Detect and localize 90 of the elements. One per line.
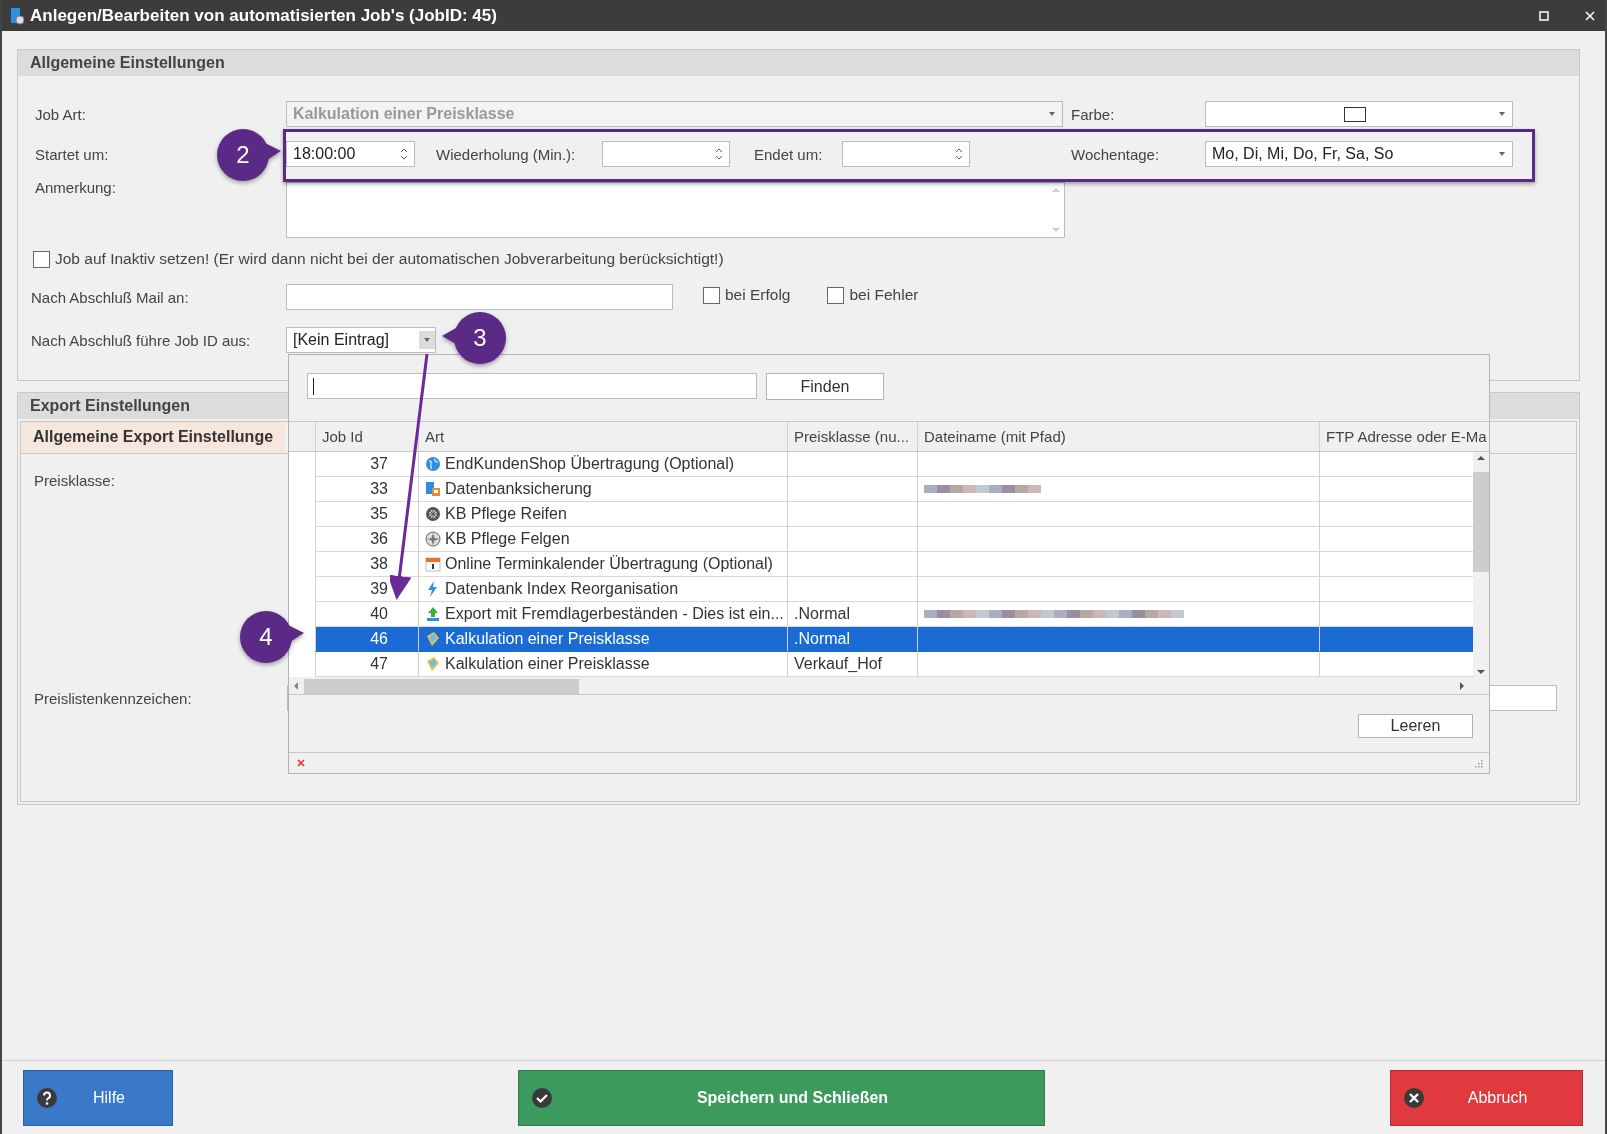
cell-text: Kalkulation einer Preisklasse (445, 630, 650, 648)
spinner-arrows-icon (955, 146, 963, 162)
field-label: Endet um: (754, 145, 823, 163)
cell-text: Online Terminkalender Übertragung (Optional) (445, 555, 773, 573)
checkbox[interactable] (827, 286, 845, 304)
close-icon (1403, 1086, 1425, 1109)
scroll-up-icon[interactable] (1477, 455, 1485, 460)
field-label: Anmerkung: (35, 179, 116, 196)
scroll-down-icon (1052, 228, 1060, 233)
table-row[interactable]: 36 KB Pflege Felgen (315, 527, 1473, 552)
field-label: Farbe: (1071, 105, 1115, 123)
calendar-icon (425, 556, 441, 572)
remark-textarea[interactable] (286, 182, 1065, 238)
group-header: Allgemeine Einstellungen (18, 50, 1579, 76)
cell-text: Datenbanksicherung (445, 480, 592, 498)
field-label: Preisklasse: (34, 472, 115, 489)
window-title: Anlegen/Bearbeiten von automatisierten Job's (JobID: 45) (30, 5, 498, 26)
color-swatch-icon (1344, 106, 1366, 122)
upload-icon (425, 606, 441, 622)
cell-text: EndKundenShop Übertragung (Optional) (445, 455, 735, 473)
time-spinbox[interactable] (842, 141, 970, 167)
table-row[interactable]: 46 Kalkulation einer Preisklasse .Normal (315, 627, 1473, 652)
table-row[interactable]: 37 EndKundenShop Übertragung (Optional) (315, 452, 1473, 477)
cell-text: Export mit Fremdlagerbeständen - Dies ist ein... (445, 605, 784, 623)
save-button[interactable]: Speichern und Schließen (518, 1069, 1045, 1126)
table-row[interactable]: 47 Kalkulation einer Preisklasse Verkauf_Hof (315, 652, 1473, 677)
table-row[interactable]: 38 Online Terminkalender Übertragung (Optional) (315, 552, 1473, 577)
help-icon (36, 1086, 58, 1109)
field-label: Preislistenkennzeichen: (34, 689, 192, 707)
app-icon (10, 6, 24, 25)
caret-icon (1498, 111, 1506, 117)
checkbox-label: Job auf Inaktiv setzen! (Er wird dann nicht bei der automatischen Jobverarbeitung berücksichtigt!) (55, 250, 724, 268)
table-row[interactable]: 39 Datenbank Index Reorganisation (315, 577, 1473, 602)
time-spinbox[interactable]: 18:00:00 (286, 141, 415, 167)
cell-text: Datenbank Index Reorganisation (445, 580, 679, 598)
caret-icon (1498, 151, 1506, 157)
weekdays-dropdown[interactable]: Mo, Di, Mi, Do, Fr, Sa, So (1205, 141, 1513, 167)
field-label: Wiederholung (Min.): (436, 145, 576, 163)
clear-button[interactable]: Leeren (1358, 714, 1473, 738)
field-label: Nach Abschluß führe Job ID aus: (31, 331, 251, 349)
spinner-arrows-icon (715, 146, 723, 162)
spinner-arrows-icon (400, 146, 408, 162)
resize-grip-icon[interactable] (1473, 758, 1483, 768)
table-row[interactable]: 40 Export mit Fremdlagerbeständen - Dies ist ein... .Normal (315, 602, 1473, 627)
column-header[interactable]: Art (418, 422, 787, 451)
checkbox[interactable] (33, 250, 50, 268)
maximize-icon[interactable] (1537, 8, 1551, 23)
column-header[interactable]: Job Id (315, 422, 418, 451)
scroll-right-icon[interactable] (1460, 682, 1465, 690)
check-icon (531, 1086, 553, 1109)
scrollbar-thumb[interactable] (1473, 472, 1489, 572)
column-header[interactable]: FTP Adresse oder E-Ma (1319, 422, 1489, 451)
table-cell: 47 (315, 652, 418, 677)
search-field[interactable] (307, 373, 757, 399)
table-row[interactable]: 33 Datenbanksicherung (315, 477, 1473, 502)
find-button[interactable]: Finden (766, 373, 884, 400)
database-icon (425, 481, 441, 497)
field-label: Job Art: (35, 105, 86, 123)
field-label: Wochentage: (1071, 145, 1160, 163)
table-row[interactable]: 35 KB Pflege Reifen (315, 502, 1473, 527)
checkbox-label: bei Fehler (849, 286, 919, 304)
field-label: Nach Abschluß Mail an: (31, 288, 189, 306)
cell-text: KB Pflege Reifen (445, 505, 567, 523)
checkbox-label: bei Erfolg (725, 286, 791, 304)
caret-icon (1048, 111, 1056, 117)
scroll-down-icon[interactable] (1477, 670, 1485, 675)
scroll-up-icon (1052, 187, 1060, 192)
column-header[interactable]: Preisklasse (nu... (787, 422, 917, 451)
field-label: Startet um: (35, 145, 109, 163)
chart-sheet-icon (425, 631, 441, 647)
cell-text: KB Pflege Felgen (445, 530, 570, 548)
caret-icon (423, 337, 431, 343)
scroll-left-icon[interactable] (293, 682, 298, 690)
cell-text: Kalkulation einer Preisklasse (445, 655, 650, 673)
cancel-button[interactable]: Abbruch (1390, 1069, 1583, 1126)
checkbox[interactable] (703, 286, 720, 304)
rim-icon (425, 531, 441, 547)
help-button[interactable]: Hilfe (23, 1069, 173, 1126)
job-id-dropdown[interactable]: [Kein Eintrag] (286, 327, 436, 353)
number-spinbox[interactable] (602, 141, 730, 167)
chart-sheet-icon (425, 656, 441, 672)
color-dropdown[interactable] (1205, 101, 1513, 127)
column-header[interactable]: Dateiname (mit Pfad) (917, 422, 1319, 451)
table-cell: Verkauf_Hof (787, 652, 917, 677)
tab[interactable]: Allgemeine Export Einstellunge (21, 422, 286, 453)
scrollbar-thumb[interactable] (304, 678, 579, 694)
email-input[interactable] (286, 284, 673, 310)
wheel-icon (425, 506, 441, 522)
globe-icon (425, 456, 441, 472)
close-icon[interactable] (1583, 8, 1597, 23)
